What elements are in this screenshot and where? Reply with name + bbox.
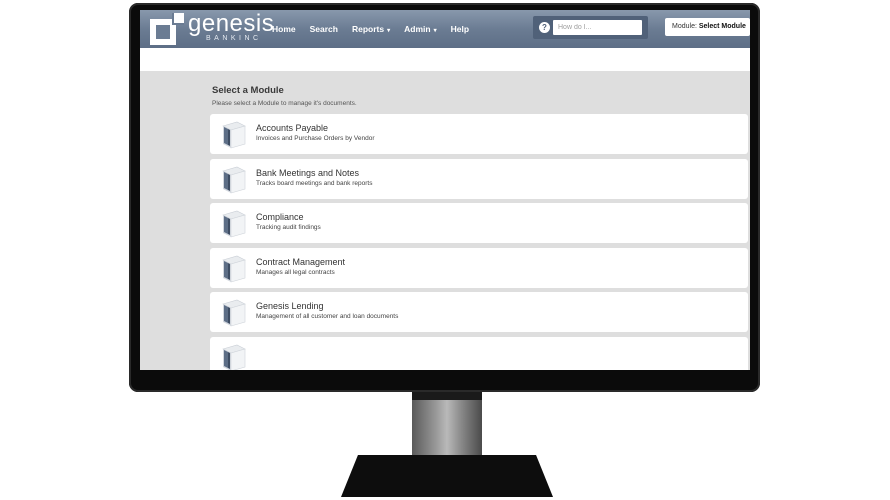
- module-card[interactable]: Compliance Tracking audit findings: [210, 203, 748, 243]
- nav-item-label: Home: [272, 24, 296, 34]
- nav-item-label: Help: [450, 24, 470, 34]
- nav-item-home[interactable]: Home: [272, 24, 296, 34]
- logo-mark-icon: [150, 13, 184, 45]
- module-cube-icon: [219, 298, 249, 327]
- module-card-title: Contract Management: [256, 256, 346, 267]
- main-nav: Home Search Reports ▾ Admin ▾ Help: [272, 10, 483, 48]
- module-card[interactable]: Genesis Lending Management of all custome…: [210, 292, 748, 332]
- module-select-value: Select Module: [698, 23, 746, 30]
- help-circle-icon[interactable]: ?: [539, 22, 550, 33]
- page-subtitle: Please select a Module to manage it's do…: [212, 100, 357, 107]
- module-card-title: Accounts Payable: [256, 123, 329, 133]
- module-select-dropdown[interactable]: Module: Select Module ▾: [665, 18, 750, 36]
- module-card-title: Bank Meetings and Notes: [256, 167, 360, 178]
- nav-item-label: Admin: [404, 24, 431, 34]
- nav-item-label: Reports: [351, 24, 385, 34]
- nav-item-admin[interactable]: Admin ▾: [404, 24, 436, 34]
- app-screen: genesis BANKINC Home Search Reports ▾ Admin ▾…: [140, 10, 750, 370]
- nav-item-search[interactable]: Search: [310, 24, 338, 34]
- nav-item-reports[interactable]: Reports ▾: [352, 24, 390, 34]
- module-card[interactable]: Contract Management Manages all legal con…: [210, 247, 748, 288]
- monitor-stand-base: [341, 455, 553, 497]
- chevron-down-icon: ▾: [387, 28, 391, 34]
- module-cube-icon: [219, 165, 249, 194]
- module-card[interactable]: Accounts Payable Invoices and Purchase Or…: [210, 114, 748, 154]
- module-card-description: Tracking audit findings: [256, 224, 321, 231]
- module-cube-icon: [219, 120, 249, 149]
- module-content-area: Select a Module Please select a Module t…: [140, 71, 750, 370]
- chevron-down-icon: ▾: [433, 28, 437, 34]
- module-cube-icon: [219, 209, 249, 238]
- module-card-description: Tracks board meetings and bank reports: [256, 179, 373, 187]
- nav-item-help[interactable]: Help: [451, 24, 469, 34]
- monitor-stand-neck: [412, 392, 482, 458]
- module-card-description: Invoices and Purchase Orders by Vendor: [256, 135, 375, 142]
- module-card-title: Compliance: [256, 212, 304, 222]
- how-do-i-search-input[interactable]: [553, 20, 642, 35]
- module-select-label: Module:: [672, 23, 697, 30]
- module-card-description: Management of all customer and loan docu…: [256, 313, 399, 320]
- module-card-description: Manages all legal contracts: [256, 268, 335, 276]
- help-search-box: ?: [533, 16, 648, 39]
- module-cube-icon: [219, 343, 249, 370]
- monitor-stand-joint: [412, 392, 482, 400]
- nav-item-label: Search: [309, 24, 338, 34]
- brand-tagline: BANKINC: [206, 35, 262, 42]
- page-title: Select a Module: [212, 85, 284, 96]
- module-card[interactable]: Bank Meetings and Notes Tracks board meet…: [210, 158, 748, 199]
- module-cube-icon: [219, 254, 249, 283]
- module-card[interactable]: [210, 336, 748, 370]
- module-card-title: Genesis Lending: [256, 301, 324, 311]
- top-navbar: genesis BANKINC Home Search Reports ▾ Admin ▾…: [140, 10, 750, 48]
